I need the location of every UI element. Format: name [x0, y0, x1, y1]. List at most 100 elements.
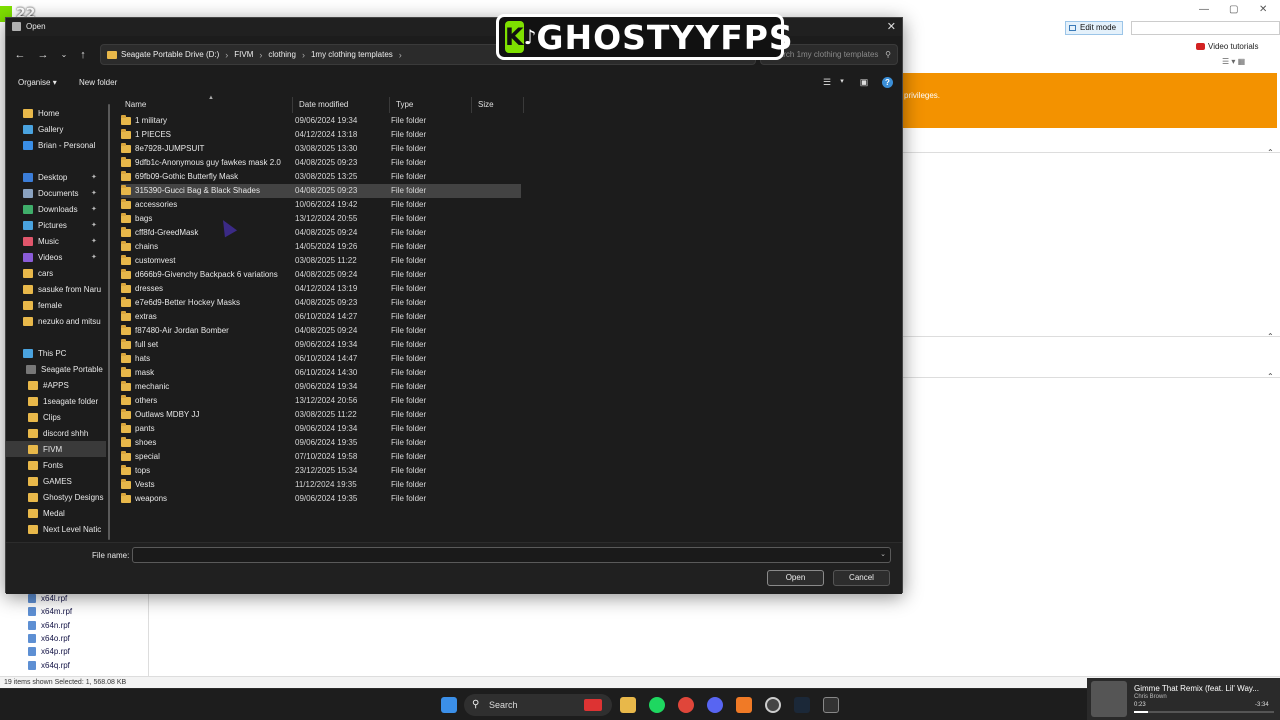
sidebar-item[interactable]: FIVM [6, 441, 106, 457]
file-row[interactable]: cff8fd-GreedMask 04/08/2025 09:24 File fol… [121, 226, 521, 240]
chevron-down-icon[interactable]: ⌄ [880, 550, 886, 558]
file-row[interactable]: full set 09/06/2024 19:34 File folder [121, 338, 521, 352]
breadcrumb-segment[interactable]: Seagate Portable Drive (D:) [121, 50, 219, 59]
list-item[interactable]: x64o.rpf [28, 632, 72, 645]
file-row[interactable]: mechanic 09/06/2024 19:34 File folder [121, 380, 521, 394]
file-row[interactable]: special 07/10/2024 19:58 File folder [121, 450, 521, 464]
sidebar-item[interactable]: Clips [6, 409, 106, 425]
video-tutorials-link[interactable]: Video tutorials [1196, 42, 1259, 51]
sidebar-item[interactable]: Pictures ✦ [6, 217, 106, 233]
file-row[interactable]: 69fb09-Gothic Butterfly Mask 03/08/2025 1… [121, 170, 521, 184]
file-name-input[interactable]: ⌄ [132, 547, 891, 563]
file-row[interactable]: 8e7928-JUMPSUIT 03/08/2025 13:30 File fold… [121, 142, 521, 156]
sidebar-item[interactable]: Desktop ✦ [6, 169, 106, 185]
column-header-date[interactable]: Date modified [295, 97, 390, 113]
list-item[interactable]: x64n.rpf [28, 619, 72, 632]
sidebar-item[interactable]: Gallery [6, 121, 106, 137]
column-header-size[interactable]: Size [474, 97, 524, 113]
edit-mode-button[interactable]: Edit mode [1065, 21, 1124, 35]
help-icon[interactable]: ? [882, 77, 893, 88]
file-row[interactable]: chains 14/05/2024 19:26 File folder [121, 240, 521, 254]
breadcrumb-segment[interactable]: FIVM [234, 50, 253, 59]
discord-icon[interactable] [707, 697, 723, 713]
breadcrumb-segment[interactable]: clothing [268, 50, 296, 59]
sidebar-item[interactable]: Brian - Personal [6, 137, 106, 153]
sidebar-item[interactable]: nezuko and mitsu [6, 313, 106, 329]
file-row[interactable]: mask 06/10/2024 14:30 File folder [121, 366, 521, 380]
file-row[interactable]: weapons 09/06/2024 19:35 File folder [121, 492, 521, 506]
sidebar-item[interactable]: Seagate Portable [6, 361, 106, 377]
file-row[interactable]: f87480-Air Jordan Bomber 04/08/2025 09:24… [121, 324, 521, 338]
chevron-down-icon[interactable]: ▾ [836, 77, 848, 88]
sidebar-item[interactable]: Fonts [6, 457, 106, 473]
file-row[interactable]: Vests 11/12/2024 19:35 File folder [121, 478, 521, 492]
sidebar-item[interactable]: Music ✦ [6, 233, 106, 249]
list-item[interactable]: x64m.rpf [28, 605, 72, 618]
sidebar-item[interactable]: discord shhh [6, 425, 106, 441]
view-options-icon[interactable]: ☰ ▾ ▦ [1222, 57, 1245, 66]
file-row[interactable]: d666b9-Givenchy Backpack 6 variations 04/… [121, 268, 521, 282]
file-row[interactable]: shoes 09/06/2024 19:35 File folder [121, 436, 521, 450]
track-progress-bar[interactable] [1134, 711, 1274, 713]
file-row[interactable]: bags 13/12/2024 20:55 File folder [121, 212, 521, 226]
close-icon[interactable]: ✕ [1259, 4, 1267, 15]
new-folder-button[interactable]: New folder [79, 78, 117, 87]
organise-button[interactable]: Organise ▾ [18, 78, 57, 87]
file-row[interactable]: 1 military 09/06/2024 19:34 File folder [121, 114, 521, 128]
sidebar-item[interactable]: This PC [6, 345, 106, 361]
list-item[interactable]: x64q.rpf [28, 658, 72, 671]
windows-start-icon[interactable] [441, 697, 457, 713]
column-header-type[interactable]: Type [392, 97, 472, 113]
sidebar-item[interactable]: #APPS [6, 377, 106, 393]
file-row[interactable]: 1 PIECES 04/12/2024 13:18 File folder [121, 128, 521, 142]
background-search-input[interactable] [1131, 21, 1280, 35]
forward-arrow-icon[interactable]: → [35, 47, 51, 63]
sidebar-item[interactable]: Program Files [6, 537, 106, 540]
preview-pane-icon[interactable]: ▣ [858, 77, 870, 88]
chrome-icon[interactable] [678, 697, 694, 713]
sidebar-item[interactable]: Downloads ✦ [6, 201, 106, 217]
chevron-right-icon[interactable]: › [302, 50, 305, 60]
chevron-right-icon[interactable]: › [399, 50, 402, 60]
app-icon[interactable] [736, 697, 752, 713]
sidebar-item[interactable]: Next Level Natic [6, 521, 106, 537]
file-row[interactable]: hats 06/10/2024 14:47 File folder [121, 352, 521, 366]
list-item[interactable]: x64p.rpf [28, 645, 72, 658]
spotify-icon[interactable] [649, 697, 665, 713]
file-row[interactable]: pants 09/06/2024 19:34 File folder [121, 422, 521, 436]
sidebar-item[interactable]: Videos ✦ [6, 249, 106, 265]
file-row[interactable]: 9dfb1c-Anonymous guy fawkes mask 2.0 04/0… [121, 156, 521, 170]
file-row[interactable]: dresses 04/12/2024 13:19 File folder [121, 282, 521, 296]
up-arrow-icon[interactable]: ↑ [75, 47, 91, 63]
breadcrumb-segment[interactable]: 1my clothing templates [311, 50, 393, 59]
column-header-name[interactable]: Name [121, 97, 293, 113]
file-row[interactable]: tops 23/12/2025 15:34 File folder [121, 464, 521, 478]
open-button[interactable]: Open [767, 570, 824, 586]
recent-locations-chevron-icon[interactable]: ⌄ [56, 47, 72, 63]
minimize-icon[interactable]: — [1199, 4, 1209, 15]
openiv-icon[interactable] [823, 697, 839, 713]
sidebar-item[interactable]: Documents ✦ [6, 185, 106, 201]
file-row[interactable]: accessories 10/06/2024 19:42 File folder [121, 198, 521, 212]
file-row[interactable]: extras 06/10/2024 14:27 File folder [121, 310, 521, 324]
file-row[interactable]: Outlaws MDBY JJ 03/08/2025 11:22 File fold… [121, 408, 521, 422]
file-row[interactable]: e7e6d9-Better Hockey Masks 04/08/2025 09:… [121, 296, 521, 310]
file-explorer-icon[interactable] [620, 697, 636, 713]
maximize-icon[interactable]: ▢ [1229, 4, 1238, 15]
sidebar-item[interactable]: Ghostyy Designs [6, 489, 106, 505]
chevron-up-icon[interactable]: ⌃ [1267, 332, 1274, 341]
file-row[interactable]: customvest 03/08/2025 11:22 File folder [121, 254, 521, 268]
chevron-up-icon[interactable]: ⌃ [1267, 148, 1274, 157]
back-arrow-icon[interactable]: ← [12, 47, 28, 63]
chevron-right-icon[interactable]: › [259, 50, 262, 60]
sidebar-item[interactable]: Home [6, 105, 106, 121]
media-player-widget[interactable]: Gimme That Remix (feat. Lil' Way... Chri… [1087, 678, 1280, 720]
close-icon[interactable]: ✕ [887, 20, 896, 33]
taskbar-search[interactable]: ⚲ Search [464, 694, 612, 716]
file-row[interactable]: 315390-Gucci Bag & Black Shades 04/08/202… [121, 184, 521, 198]
sidebar-item[interactable]: Medal [6, 505, 106, 521]
sidebar-item[interactable]: GAMES [6, 473, 106, 489]
file-row[interactable]: others 13/12/2024 20:56 File folder [121, 394, 521, 408]
chevron-up-icon[interactable]: ⌃ [1267, 372, 1274, 381]
sidebar-item[interactable]: 1seagate folder [6, 393, 106, 409]
